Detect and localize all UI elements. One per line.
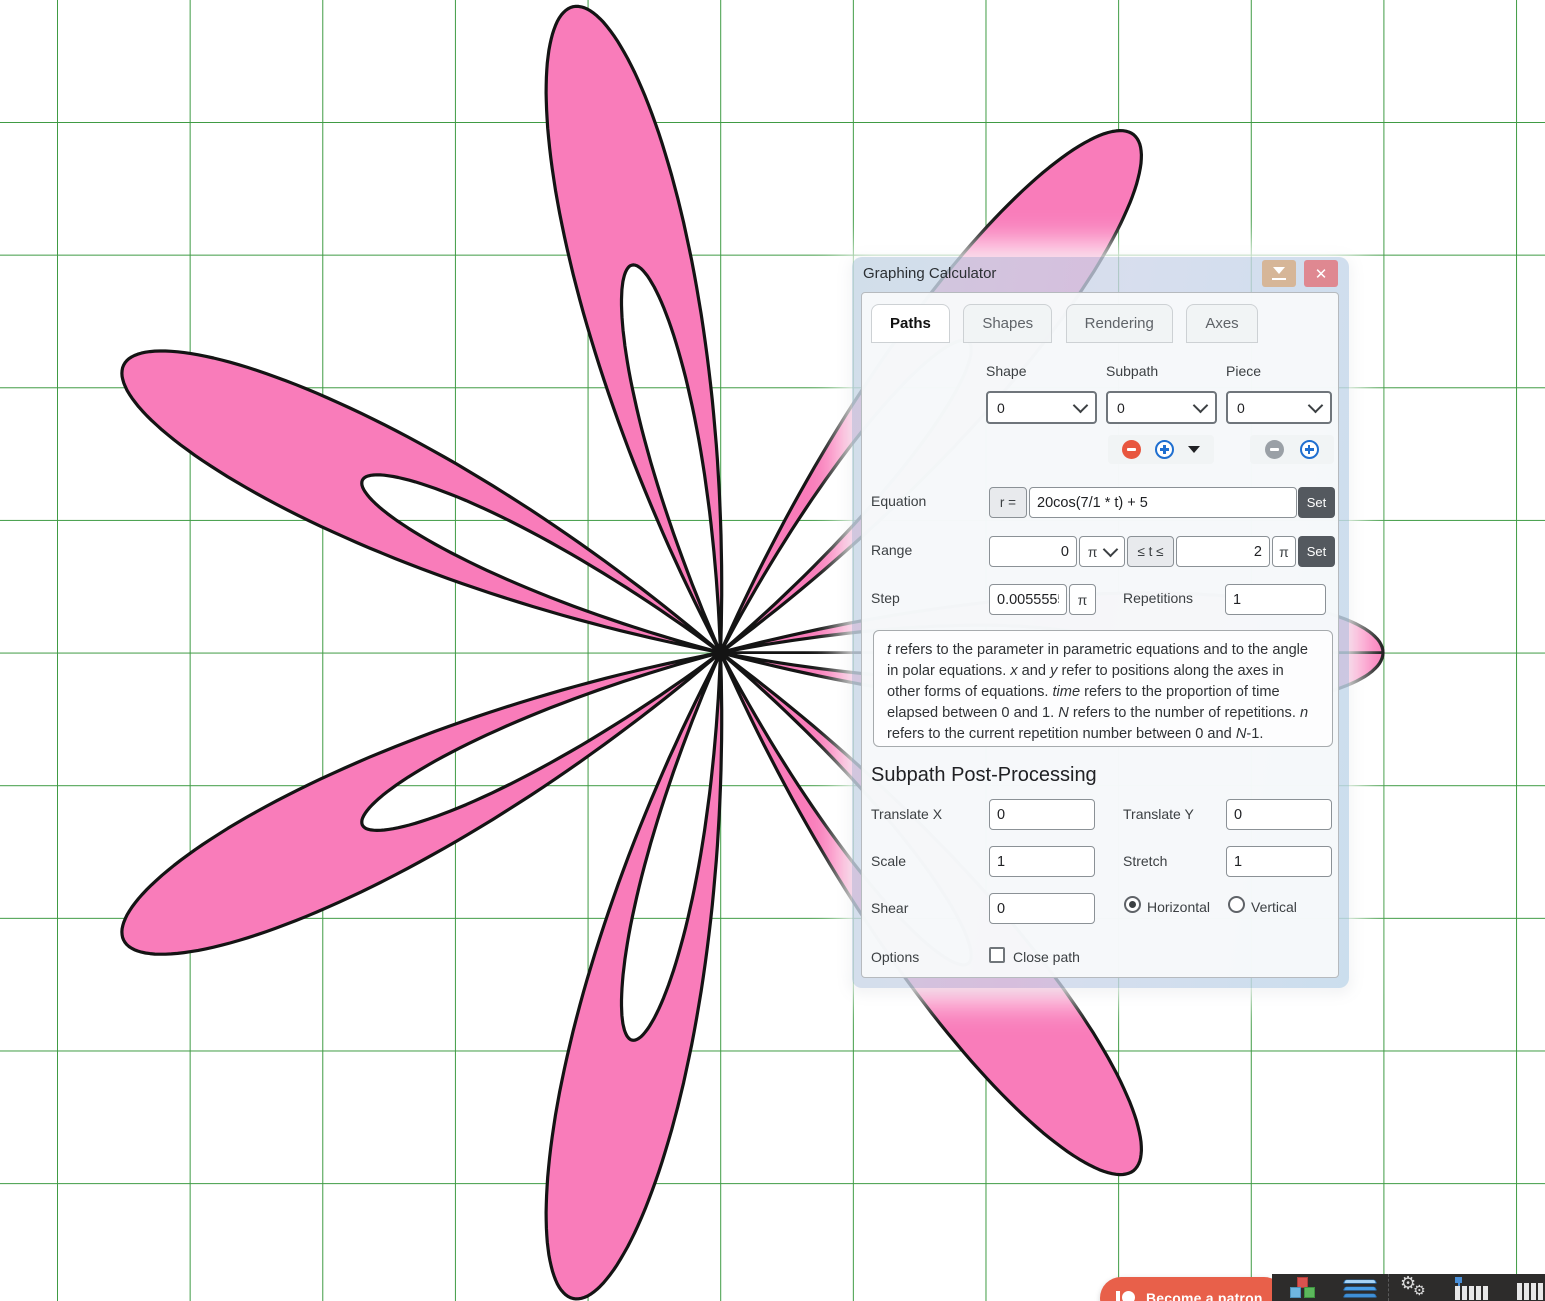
tab-axes[interactable]: Axes <box>1186 304 1257 343</box>
close-window-button[interactable]: ✕ <box>1304 260 1338 287</box>
translate-x-label: Translate X <box>871 806 942 822</box>
subpath-label: Subpath <box>1106 363 1158 379</box>
scale-label: Scale <box>871 853 906 869</box>
step-unit: π <box>1069 584 1096 615</box>
close-icon: ✕ <box>1315 265 1328 283</box>
tab-rendering[interactable]: Rendering <box>1066 304 1173 343</box>
close-path-label: Close path <box>1013 949 1080 965</box>
shear-horizontal-radio[interactable] <box>1124 896 1141 913</box>
tab-paths[interactable]: Paths <box>871 304 950 343</box>
patreon-logo-icon <box>1116 1290 1136 1301</box>
post-processing-heading: Subpath Post-Processing <box>871 764 1097 787</box>
dialog-title: Graphing Calculator <box>863 265 996 282</box>
equation-input[interactable] <box>1029 487 1297 518</box>
tab-bar: Paths Shapes Rendering Axes <box>871 304 1267 343</box>
stretch-label: Stretch <box>1123 853 1167 869</box>
equation-set-button[interactable]: Set <box>1298 487 1335 518</box>
gears-icon[interactable]: ⚙⚙ <box>1400 1277 1434 1301</box>
piano-roll-icon[interactable] <box>1455 1277 1495 1301</box>
taskbar: ⚙⚙ <box>1272 1274 1545 1301</box>
become-a-patron-button[interactable]: Become a patron <box>1100 1277 1285 1301</box>
piece-label: Piece <box>1226 363 1261 379</box>
graphing-calculator-dialog: Graphing Calculator ✕ Paths Shapes Rende… <box>852 257 1349 988</box>
remove-subpath-button[interactable] <box>1122 440 1141 459</box>
repetitions-label: Repetitions <box>1123 590 1193 606</box>
chevron-down-icon <box>1103 541 1119 557</box>
app-canvas[interactable]: Graphing Calculator ✕ Paths Shapes Rende… <box>0 0 1545 1301</box>
options-label: Options <box>871 949 919 965</box>
step-label: Step <box>871 590 900 606</box>
repetitions-input[interactable] <box>1225 584 1326 615</box>
shape-label: Shape <box>986 363 1026 379</box>
tab-shapes[interactable]: Shapes <box>963 304 1052 343</box>
add-subpath-button[interactable] <box>1155 440 1174 459</box>
range-to-unit: π <box>1272 536 1296 567</box>
range-from-unit-select[interactable]: π <box>1079 536 1125 567</box>
translate-x-input[interactable] <box>989 799 1095 830</box>
shear-vertical-radio[interactable] <box>1228 896 1245 913</box>
shear-horizontal-label: Horizontal <box>1147 899 1210 915</box>
piece-select[interactable]: 0 <box>1226 391 1332 424</box>
subpath-buttons <box>1108 435 1214 464</box>
translate-y-input[interactable] <box>1226 799 1332 830</box>
shear-vertical-label: Vertical <box>1251 899 1297 915</box>
subpath-select[interactable]: 0 <box>1106 391 1217 424</box>
shear-input[interactable] <box>989 893 1095 924</box>
collapse-window-icon <box>1272 267 1286 280</box>
piece-buttons <box>1250 435 1334 464</box>
shape-select[interactable]: 0 <box>986 391 1097 424</box>
range-label: Range <box>871 542 912 558</box>
close-path-checkbox[interactable] <box>989 947 1005 963</box>
stretch-input[interactable] <box>1226 846 1332 877</box>
range-between-label: ≤ t ≤ <box>1127 536 1174 567</box>
chevron-down-icon <box>1073 397 1089 413</box>
shear-label: Shear <box>871 900 908 916</box>
patreon-button-label: Become a patron <box>1146 1290 1263 1301</box>
add-piece-button[interactable] <box>1300 440 1319 459</box>
step-input[interactable] <box>989 584 1067 615</box>
minus-icon <box>1270 448 1279 451</box>
remove-piece-button[interactable] <box>1265 440 1284 459</box>
piano-roll-partial-icon[interactable] <box>1517 1277 1545 1301</box>
minus-icon <box>1127 448 1136 451</box>
range-set-button[interactable]: Set <box>1298 536 1335 567</box>
chevron-down-icon <box>1193 397 1209 413</box>
blocks-icon[interactable] <box>1288 1277 1318 1301</box>
help-text: t refers to the parameter in parametric … <box>873 630 1333 747</box>
caret-down-icon[interactable] <box>1188 446 1200 453</box>
range-to-input[interactable] <box>1176 536 1270 567</box>
translate-y-label: Translate Y <box>1123 806 1194 822</box>
equation-prefix: r = <box>989 487 1027 518</box>
dialog-panel: Paths Shapes Rendering Axes Shape Subpat… <box>861 292 1339 978</box>
layers-icon[interactable] <box>1344 1277 1376 1301</box>
chevron-down-icon <box>1308 397 1324 413</box>
taskbar-divider <box>1388 1274 1389 1301</box>
equation-label: Equation <box>871 493 926 509</box>
scale-input[interactable] <box>989 846 1095 877</box>
dialog-titlebar[interactable]: Graphing Calculator ✕ <box>852 257 1349 292</box>
range-from-input[interactable] <box>989 536 1077 567</box>
collapse-window-button[interactable] <box>1262 260 1296 287</box>
